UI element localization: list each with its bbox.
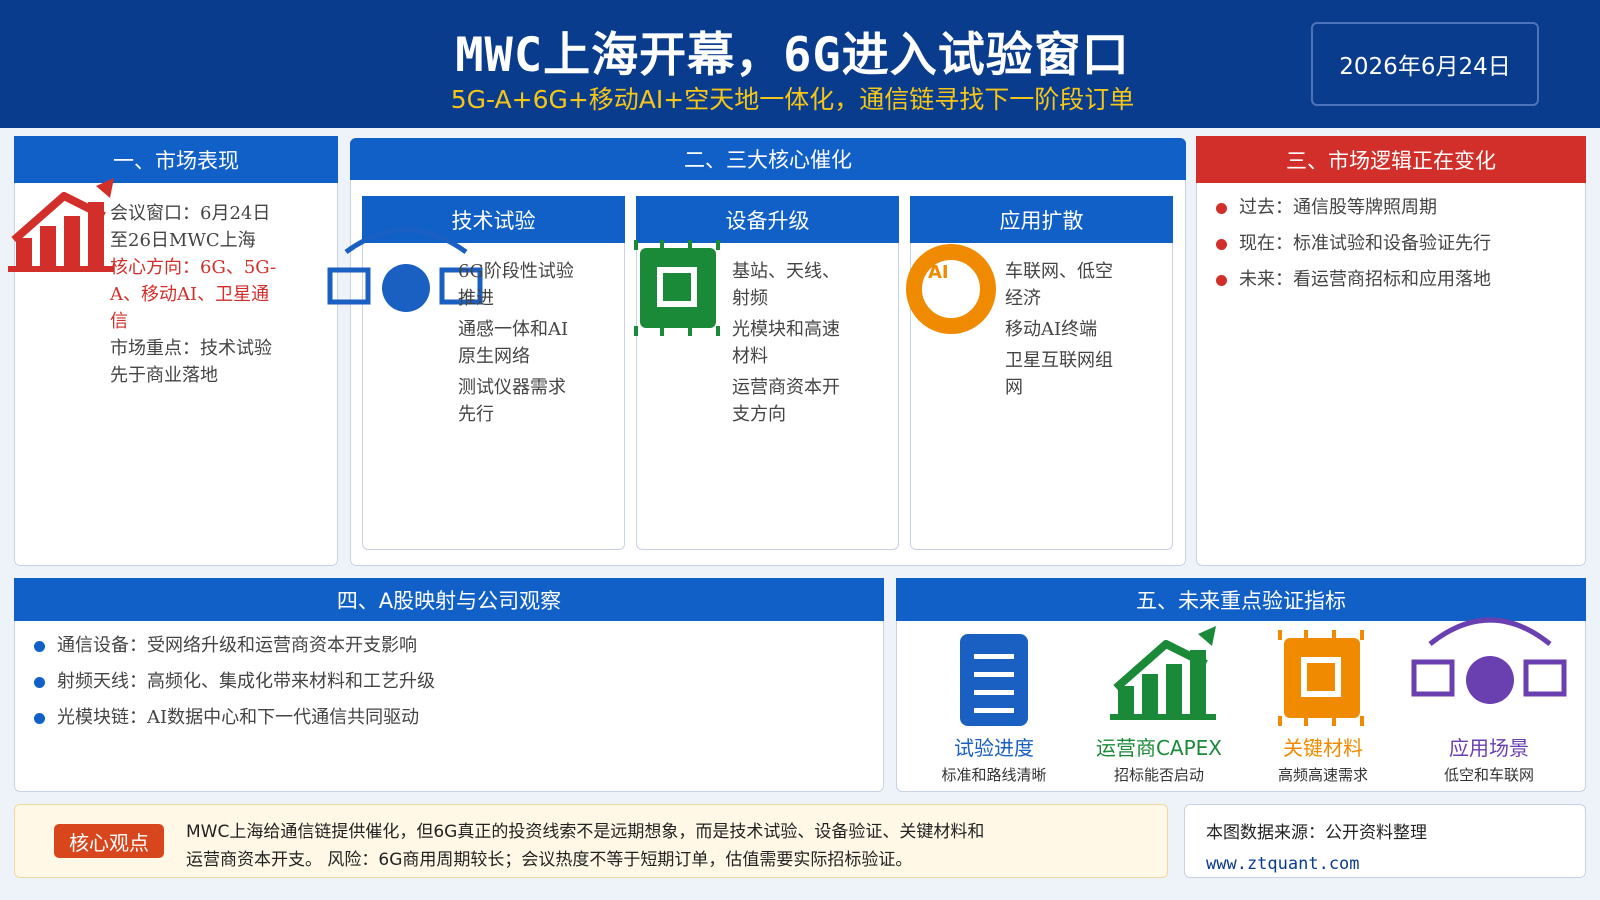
list-item: 通感一体和AI原生网络 xyxy=(458,319,569,367)
core-view-text: MWC上海给通信链提供催化，但6G真正的投资线索不是远期想象，而是技术试验、设备… xyxy=(186,818,984,874)
bullet-icon xyxy=(34,676,45,688)
section-4-title: 四、A股映射与公司观察 xyxy=(14,578,884,621)
list-item: 测试仪器需求先行 xyxy=(458,377,566,425)
metric-sub-trial: 标准和路线清晰 xyxy=(941,766,1047,784)
list-item: 运营商资本开支方向 xyxy=(732,377,840,425)
chip-icon xyxy=(634,240,720,336)
metric-sub-scenarios: 低空和车联网 xyxy=(1443,766,1534,784)
market-line-direction: 核心方向：6G、5G-A、移动AI、卫星通信 xyxy=(110,257,277,332)
list-item: 车联网、低空经济 xyxy=(1005,261,1113,309)
ai-badge-text: AI xyxy=(928,262,949,283)
list-item-text: 现在：标准试验和设备验证先行 xyxy=(1239,233,1491,254)
list-item: 现在：标准试验和设备验证先行 xyxy=(1216,226,1491,262)
metric-label-trial: 试验进度 xyxy=(954,736,1034,760)
list-item: 6G阶段性试验推进 xyxy=(458,261,574,309)
core-view-line-1: MWC上海给通信链提供催化，但6G真正的投资线索不是远期想象，而是技术试验、设备… xyxy=(186,822,985,842)
bullet-icon xyxy=(34,712,45,724)
metric-label-materials: 关键材料 xyxy=(1283,736,1363,760)
metric-sub-capex: 招标能否启动 xyxy=(1113,766,1204,784)
list-item: 光模块和高速材料 xyxy=(732,319,840,367)
ai-badge-icon: AI xyxy=(906,244,996,334)
market-line-meeting: 会议窗口：6月24日至26日MWC上海 xyxy=(110,203,271,251)
chip-icon xyxy=(1278,630,1364,726)
list-item: 通信设备：受网络升级和运营商资本开支影响 xyxy=(34,628,435,664)
metric-sub-materials: 高频高速需求 xyxy=(1277,766,1368,784)
section-2-title: 二、三大核心催化 xyxy=(350,138,1186,180)
website-link[interactable]: www.ztquant.com xyxy=(1206,854,1360,874)
network-nodes-icon xyxy=(1411,617,1567,704)
metric-label-capex: 运营商CAPEX xyxy=(1095,736,1223,760)
bullet-icon xyxy=(1216,202,1227,214)
list-item: 基站、天线、射频 xyxy=(732,261,840,309)
section-1-body: 会议窗口：6月24日至26日MWC上海 核心方向：6G、5G-A、移动AI、卫星… xyxy=(110,200,286,389)
section-3-list: 过去：通信股等牌照周期 现在：标准试验和设备验证先行 未来：看运营商招标和应用落… xyxy=(1216,190,1491,298)
list-item-text: 光模块链：AI数据中心和下一代通信共同驱动 xyxy=(57,707,420,728)
market-line-focus: 市场重点：技术试验先于商业落地 xyxy=(110,338,272,386)
card-equipment-list: 基站、天线、射频 光模块和高速材料 运营商资本开支方向 xyxy=(732,258,852,428)
list-item-text: 射频天线：高频化、集成化带来材料和工艺升级 xyxy=(57,671,435,692)
list-item: 光模块链：AI数据中心和下一代通信共同驱动 xyxy=(34,700,435,736)
list-item-text: 通信设备：受网络升级和运营商资本开支影响 xyxy=(57,635,417,656)
card-application-title: 应用扩散 xyxy=(910,196,1173,243)
list-item: 未来：看运营商招标和应用落地 xyxy=(1216,262,1491,298)
card-equipment-title: 设备升级 xyxy=(636,196,899,243)
card-tech-trial-list: 6G阶段性试验推进 通感一体和AI原生网络 测试仪器需求先行 xyxy=(458,258,578,428)
bar-chart-up-icon xyxy=(1110,626,1216,720)
section-4-list: 通信设备：受网络升级和运营商资本开支影响 射频天线：高频化、集成化带来材料和工艺… xyxy=(34,628,435,736)
bullet-icon xyxy=(1216,274,1227,286)
section-3-title: 三、市场逻辑正在变化 xyxy=(1196,136,1586,183)
metric-label-scenarios: 应用场景 xyxy=(1449,736,1529,760)
list-item: 射频天线：高频化、集成化带来材料和工艺升级 xyxy=(34,664,435,700)
document-icon xyxy=(960,634,1028,726)
list-item: 移动AI终端 xyxy=(1005,319,1098,340)
list-item: 卫星互联网组网 xyxy=(1005,350,1113,398)
list-item: 过去：通信股等牌照周期 xyxy=(1216,190,1491,226)
list-item-text: 未来：看运营商招标和应用落地 xyxy=(1239,269,1491,290)
source-text: 本图数据来源：公开资料整理 xyxy=(1206,823,1427,843)
list-item-text: 过去：通信股等牌照周期 xyxy=(1239,197,1437,218)
date-badge: 2026年6月24日 xyxy=(1311,22,1539,106)
bar-chart-up-icon xyxy=(8,178,114,272)
core-view-line-2: 运营商资本开支。 风险：6G商用周期较长；会议热度不等于短期订单，估值需要实际招… xyxy=(186,850,913,870)
card-application-list: 车联网、低空经济 移动AI终端 卫星互联网组网 xyxy=(1005,258,1125,401)
core-view-badge: 核心观点 xyxy=(54,824,164,858)
bullet-icon xyxy=(1216,238,1227,250)
bullet-icon xyxy=(34,640,45,652)
